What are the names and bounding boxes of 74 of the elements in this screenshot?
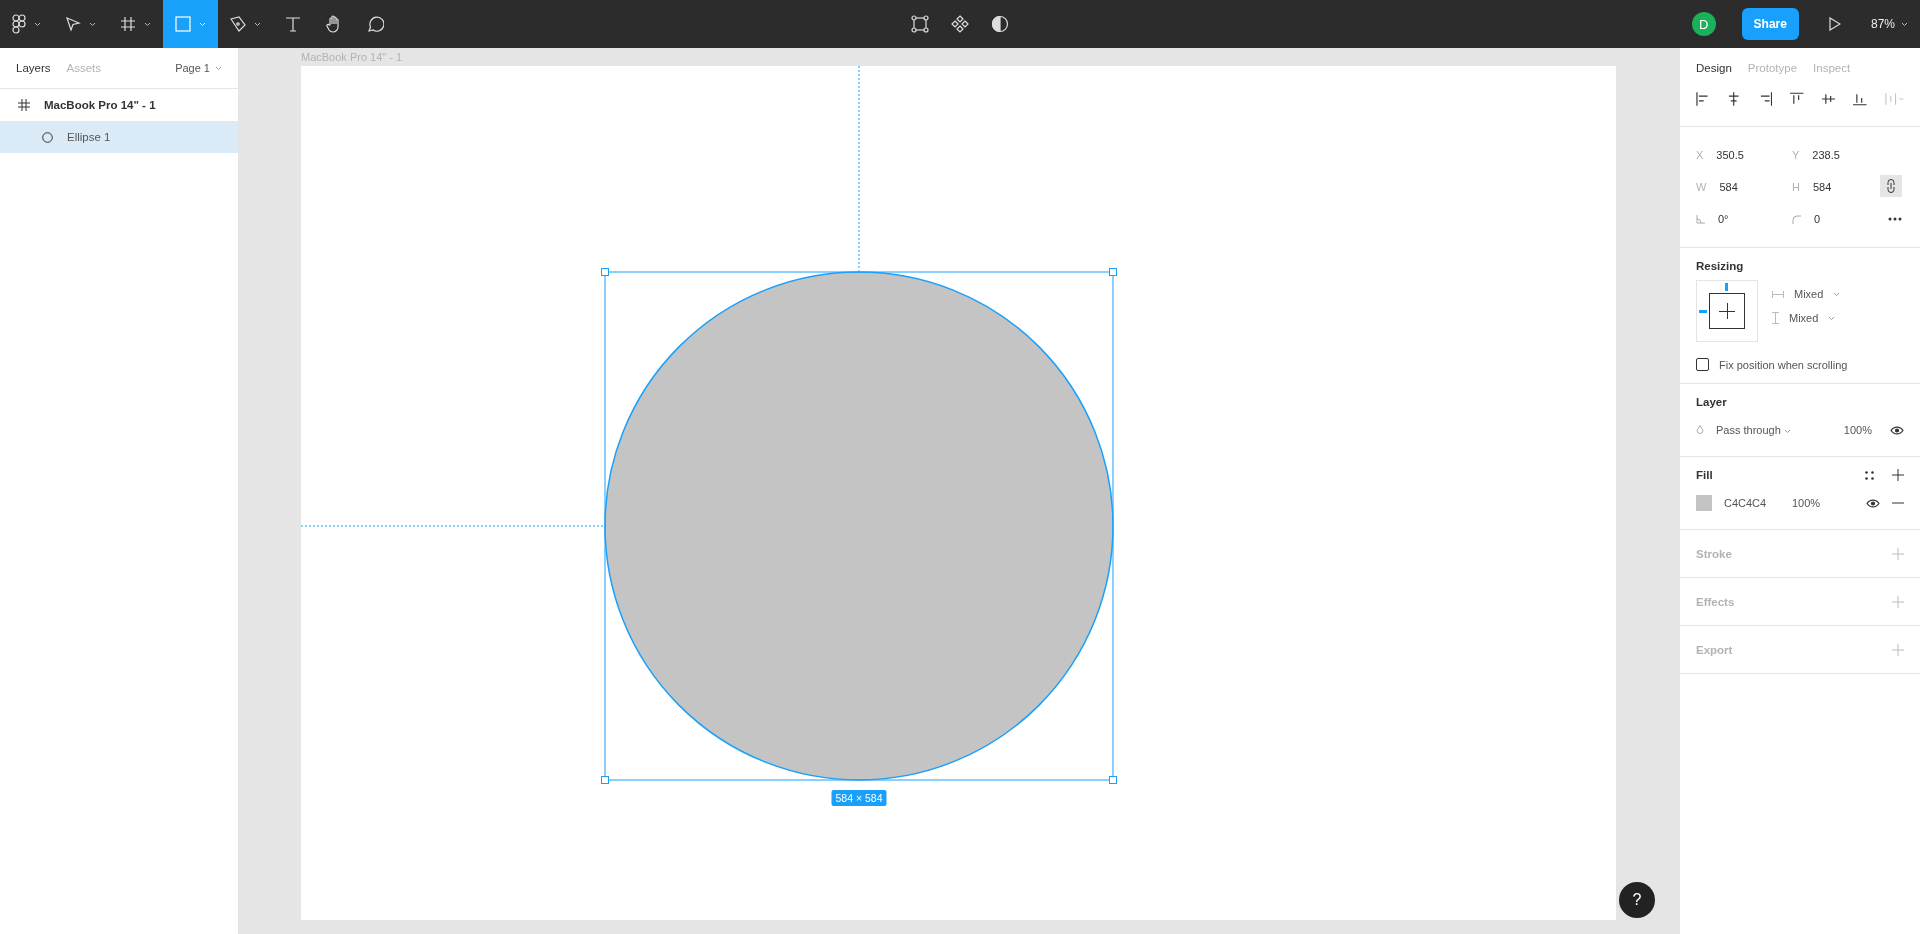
caret-icon	[144, 21, 151, 27]
caret-icon	[1783, 429, 1791, 434]
eye-icon[interactable]	[1866, 498, 1880, 508]
caret-icon	[89, 21, 96, 27]
section-title: Layer	[1696, 396, 1728, 408]
frame-icon	[18, 99, 30, 111]
caret-icon	[1828, 315, 1836, 321]
component-button[interactable]	[951, 15, 969, 33]
help-button[interactable]: ?	[1619, 882, 1655, 918]
caret-icon	[1833, 291, 1841, 297]
opacity-field[interactable]: 100%	[1843, 424, 1872, 436]
panel-tab[interactable]: Design	[1696, 62, 1732, 74]
cursor-icon	[65, 16, 81, 32]
align-right-icon[interactable]	[1758, 92, 1773, 106]
layer-row[interactable]: Ellipse 1	[0, 121, 238, 153]
checkbox[interactable]	[1696, 358, 1709, 371]
comment-icon	[367, 15, 384, 33]
angle-icon	[1696, 214, 1705, 224]
property-field[interactable]: H 584	[1792, 171, 1872, 203]
rotation-field[interactable]: 0°	[1696, 203, 1792, 235]
text-icon	[285, 16, 301, 32]
corner-icon	[1792, 214, 1801, 224]
corner-radius-field[interactable]: 0	[1792, 203, 1872, 235]
frame-icon	[120, 16, 136, 32]
constrain-proportions-button[interactable]	[1880, 175, 1902, 197]
component-icon	[951, 15, 969, 33]
property-field[interactable]: Y 238.5	[1792, 139, 1872, 171]
align-top-icon[interactable]	[1790, 92, 1804, 106]
caret-icon	[254, 21, 261, 27]
layer-row[interactable]: MacBook Pro 14" - 1	[0, 89, 238, 121]
styles-icon[interactable]	[1865, 470, 1874, 480]
color-swatch[interactable]	[1696, 495, 1712, 511]
half-circle-icon	[991, 15, 1009, 33]
property-field[interactable]: W 584	[1696, 171, 1792, 203]
page-dropdown[interactable]: Page 1	[175, 62, 222, 74]
logo-icon	[12, 14, 26, 34]
caret-icon	[199, 21, 206, 27]
eye-icon[interactable]	[1890, 425, 1904, 435]
width-icon	[1772, 290, 1784, 298]
align-bottom-icon[interactable]	[1853, 92, 1867, 106]
drop-icon	[1696, 425, 1704, 435]
section-title: Fill	[1696, 469, 1713, 481]
section-title: Resizing	[1696, 260, 1745, 272]
align-vertical-center-icon[interactable]	[1821, 92, 1836, 106]
pen-icon	[230, 16, 246, 32]
panel-tab[interactable]: Layers	[16, 62, 51, 74]
align-left-icon[interactable]	[1696, 92, 1710, 106]
height-icon	[1772, 312, 1779, 324]
horizontal-constraint-dropdown[interactable]: Mixed	[1772, 288, 1841, 300]
more-icon[interactable]	[1888, 217, 1902, 221]
add-icon[interactable]	[1892, 469, 1904, 481]
caret-icon	[1901, 21, 1908, 27]
property-field[interactable]: X 350.5	[1696, 139, 1792, 171]
section-title: Export	[1696, 643, 1733, 656]
rectangle-icon	[175, 16, 191, 32]
hex-field[interactable]: C4C4C4	[1724, 497, 1780, 509]
play-icon[interactable]	[1828, 17, 1841, 31]
vector-nodes-icon	[911, 15, 929, 33]
mask-button[interactable]	[991, 15, 1009, 33]
dimension-label: 584 × 584	[831, 790, 887, 806]
opacity-field[interactable]: 100%	[1792, 497, 1821, 509]
link-icon	[1887, 179, 1895, 193]
section-title: Effects	[1696, 595, 1735, 608]
section-title: Stroke	[1696, 547, 1732, 560]
zoom-dropdown[interactable]: 87%	[1870, 17, 1908, 31]
constraints-widget[interactable]	[1696, 280, 1758, 342]
edit-object-button[interactable]	[911, 15, 929, 33]
checkbox-label: Fix position when scrolling	[1719, 358, 1848, 371]
blend-mode-dropdown[interactable]: Pass through	[1716, 424, 1791, 436]
align-horizontal-center-icon[interactable]	[1727, 92, 1741, 106]
caret-icon	[34, 21, 41, 27]
ellipse-icon	[42, 131, 53, 143]
caret-icon	[215, 65, 222, 71]
vertical-constraint-dropdown[interactable]: Mixed	[1772, 312, 1841, 324]
